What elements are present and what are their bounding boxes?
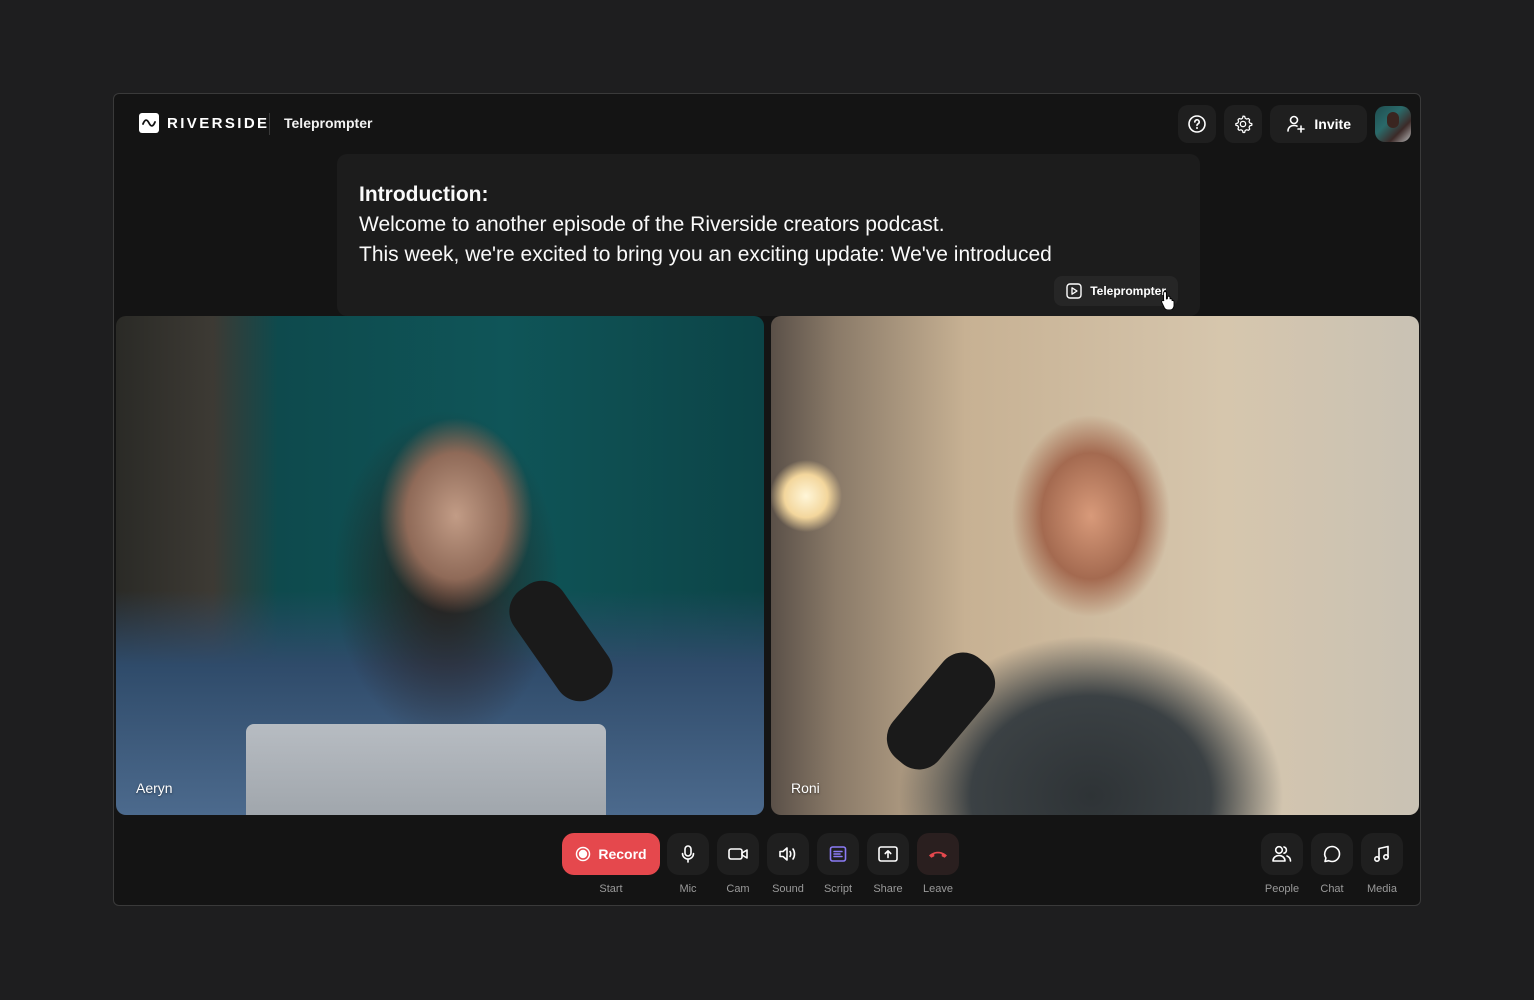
participant-name: Aeryn	[136, 780, 173, 796]
record-button[interactable]: Record	[562, 833, 660, 875]
record-caption: Start	[599, 883, 623, 895]
script-icon	[828, 844, 848, 864]
invite-label: Invite	[1314, 116, 1351, 132]
microphone-prop	[499, 570, 623, 712]
user-avatar[interactable]	[1375, 106, 1411, 142]
people-label: People	[1264, 883, 1300, 895]
people-button[interactable]	[1261, 833, 1303, 875]
chat-label: Chat	[1320, 883, 1344, 895]
chat-control: Chat	[1311, 833, 1353, 895]
top-bar: RIVERSIDE Teleprompter Invite	[114, 94, 1420, 154]
laptop-prop	[246, 724, 606, 815]
sound-control: Sound	[767, 833, 809, 895]
teleprompter-button-label: Teleprompter	[1090, 284, 1166, 298]
share-control: Share	[867, 833, 909, 895]
teleprompter-panel: Introduction: Welcome to another episode…	[337, 154, 1200, 316]
media-label: Media	[1367, 883, 1397, 895]
chat-icon	[1322, 844, 1342, 864]
participant-name: Roni	[791, 780, 820, 796]
user-plus-icon	[1286, 114, 1306, 134]
invite-button[interactable]: Invite	[1270, 105, 1367, 143]
hand-cursor-icon	[1160, 290, 1176, 310]
mic-control: Mic	[667, 833, 709, 895]
media-button[interactable]	[1361, 833, 1403, 875]
record-icon	[575, 846, 591, 862]
phone-hangup-icon	[927, 847, 949, 861]
teleprompter-script: Introduction: Welcome to another episode…	[359, 180, 1052, 270]
leave-control: Leave	[917, 833, 959, 895]
mic-label: Mic	[679, 883, 697, 895]
mic-button[interactable]	[667, 833, 709, 875]
script-line: This week, we're excited to bring you an…	[359, 243, 1052, 266]
share-button[interactable]	[867, 833, 909, 875]
leave-label: Leave	[923, 883, 953, 895]
script-heading: Introduction:	[359, 183, 489, 206]
header-divider	[269, 113, 270, 135]
brand-name: RIVERSIDE	[167, 114, 270, 132]
media-control: Media	[1361, 833, 1403, 895]
riverside-logo[interactable]: RIVERSIDE	[139, 113, 269, 133]
control-bar: Record Start Mic Cam Sound Script Share …	[114, 829, 1420, 905]
cam-button[interactable]	[717, 833, 759, 875]
people-icon	[1271, 844, 1293, 864]
microphone-icon	[678, 844, 698, 864]
speaker-icon	[777, 844, 799, 864]
top-actions: Invite	[1178, 105, 1411, 143]
cam-label: Cam	[726, 883, 750, 895]
camera-icon	[727, 844, 749, 864]
share-label: Share	[873, 883, 903, 895]
help-circle-icon	[1187, 114, 1207, 134]
people-control: People	[1261, 833, 1303, 895]
app-window: RIVERSIDE Teleprompter Invite Introducti…	[113, 93, 1421, 906]
gear-icon	[1233, 114, 1253, 134]
cam-control: Cam	[717, 833, 759, 895]
script-label: Script	[823, 883, 853, 895]
chat-button[interactable]	[1311, 833, 1353, 875]
sound-label: Sound	[772, 883, 804, 895]
play-square-icon	[1066, 283, 1082, 299]
video-tile-aeryn[interactable]: Aeryn	[116, 316, 764, 815]
share-screen-icon	[877, 844, 899, 864]
sound-button[interactable]	[767, 833, 809, 875]
music-note-icon	[1372, 844, 1392, 864]
microphone-prop	[876, 641, 1006, 781]
help-button[interactable]	[1178, 105, 1217, 143]
settings-button[interactable]	[1224, 105, 1263, 143]
script-button[interactable]	[817, 833, 859, 875]
script-line: Welcome to another episode of the Rivers…	[359, 213, 945, 236]
record-control: Record Start	[562, 833, 660, 895]
script-control: Script	[817, 833, 859, 895]
riverside-wave-icon	[139, 113, 159, 133]
leave-button[interactable]	[917, 833, 959, 875]
page-title: Teleprompter	[284, 115, 373, 131]
video-tile-roni[interactable]: Roni	[771, 316, 1419, 815]
record-label: Record	[598, 846, 647, 862]
